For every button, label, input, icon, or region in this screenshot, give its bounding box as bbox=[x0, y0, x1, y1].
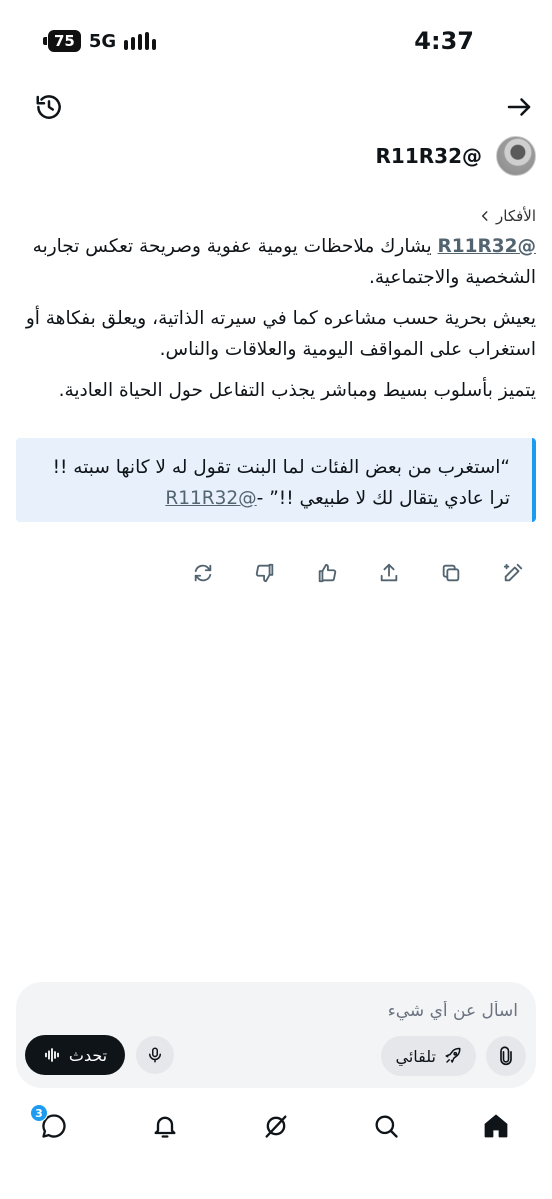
quote-text: “استغرب من بعض الفئات لما البنت تقول له … bbox=[52, 457, 510, 509]
nav-home[interactable] bbox=[480, 1110, 512, 1142]
network-type: 5G bbox=[88, 30, 117, 52]
auto-mode-label: تلقائي bbox=[395, 1046, 436, 1066]
bell-icon bbox=[154, 1116, 176, 1138]
nav-grok-chat[interactable]: 3 bbox=[30, 1104, 70, 1142]
battery-level: 75 bbox=[54, 32, 75, 50]
talk-button[interactable]: تحدث bbox=[25, 1035, 125, 1075]
rocket-icon bbox=[445, 1047, 461, 1063]
thumbs-up-icon[interactable] bbox=[314, 560, 340, 586]
quote-block: “استغرب من بعض الفئات لما البنت تقول له … bbox=[16, 438, 536, 522]
copy-icon[interactable] bbox=[438, 560, 464, 586]
home-icon bbox=[484, 1114, 508, 1138]
top-nav bbox=[0, 84, 552, 130]
history-icon[interactable] bbox=[34, 92, 64, 122]
microphone-icon bbox=[149, 1047, 161, 1063]
share-icon[interactable] bbox=[376, 560, 402, 586]
battery-indicator: 75 bbox=[43, 30, 81, 52]
ask-input[interactable] bbox=[38, 994, 518, 1028]
profile-handle[interactable]: @R11R32 bbox=[376, 144, 482, 168]
ideas-summary: الأفكار @R11R32 يشارك ملاحظات يومية عفوي… bbox=[16, 206, 536, 416]
grok-icon bbox=[265, 1115, 287, 1138]
ideas-section-link[interactable]: الأفكار bbox=[478, 207, 536, 225]
status-bar: 75 5G 4:37 bbox=[0, 0, 552, 80]
talk-label: تحدث bbox=[68, 1045, 108, 1065]
status-indicators: 75 5G bbox=[43, 30, 157, 52]
edit-sparkle-icon[interactable] bbox=[500, 560, 526, 586]
status-time: 4:37 bbox=[414, 27, 474, 55]
profile-row[interactable]: @R11R32 bbox=[376, 136, 536, 176]
paperclip-icon bbox=[500, 1046, 512, 1066]
microphone-button[interactable] bbox=[136, 1036, 174, 1074]
nav-notifications[interactable] bbox=[149, 1110, 181, 1142]
quote-mention-link[interactable]: @R11R32 bbox=[165, 488, 256, 509]
summary-paragraph-2: يعيش بحرية حسب مشاعره كما في سيرته الذات… bbox=[25, 308, 536, 360]
chevron-left-icon bbox=[481, 211, 488, 221]
voice-wave-icon bbox=[44, 1048, 59, 1062]
composer: تلقائي تحدث bbox=[16, 982, 536, 1088]
summary-paragraph-3: يتميز بأسلوب بسيط ومباشر يجذب التفاعل حو… bbox=[58, 380, 536, 401]
nav-search[interactable] bbox=[370, 1110, 402, 1142]
ideas-section-label: الأفكار bbox=[496, 207, 536, 225]
response-actions bbox=[190, 558, 526, 588]
mention-link[interactable]: @R11R32 bbox=[438, 236, 536, 257]
auto-mode-button[interactable]: تلقائي bbox=[381, 1036, 476, 1076]
avatar[interactable] bbox=[496, 136, 536, 176]
signal-icon bbox=[124, 32, 157, 50]
regenerate-icon[interactable] bbox=[190, 560, 216, 586]
search-icon bbox=[375, 1115, 398, 1138]
thumbs-down-icon[interactable] bbox=[252, 560, 278, 586]
messages-badge: 3 bbox=[30, 1104, 48, 1122]
bottom-nav: 3 bbox=[0, 1100, 552, 1160]
nav-grok[interactable] bbox=[260, 1110, 292, 1142]
summary-paragraph-1: @R11R32 يشارك ملاحظات يومية عفوية وصريحة… bbox=[16, 231, 536, 293]
forward-arrow-icon[interactable] bbox=[504, 92, 534, 122]
attach-button[interactable] bbox=[486, 1036, 526, 1076]
